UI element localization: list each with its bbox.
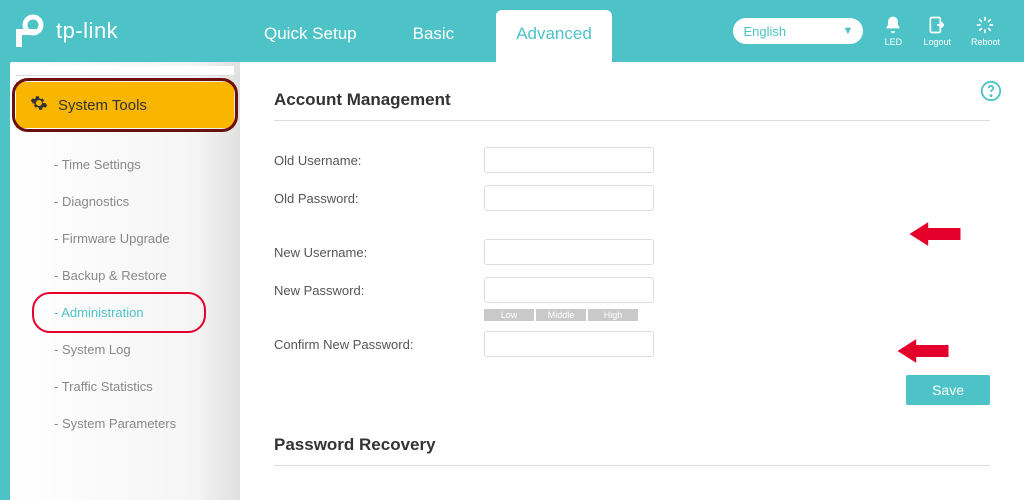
chevron-down-icon: ▼	[843, 25, 854, 37]
label-old-username: Old Username:	[274, 153, 484, 168]
help-button[interactable]	[980, 80, 1002, 105]
label-old-password: Old Password:	[274, 191, 484, 206]
save-button[interactable]: Save	[906, 375, 990, 405]
strength-low: Low	[484, 309, 534, 321]
brand-icon	[12, 13, 48, 49]
sidebar-item-label: System Log	[62, 342, 131, 357]
logout-button[interactable]: Logout	[923, 15, 951, 47]
logout-label: Logout	[923, 37, 951, 47]
sidebar-item-administration[interactable]: - Administration	[54, 294, 234, 331]
sidebar-item-label: Firmware Upgrade	[62, 231, 170, 246]
row-old-username: Old Username:	[274, 147, 990, 173]
sidebar-item-label: System Parameters	[62, 416, 176, 431]
input-confirm-password[interactable]	[484, 331, 654, 357]
sidebar-item-system-log[interactable]: - System Log	[54, 331, 234, 368]
row-old-password: Old Password:	[274, 185, 990, 211]
language-value: English	[743, 24, 786, 39]
input-new-password[interactable]	[484, 277, 654, 303]
sidebar-item-traffic-statistics[interactable]: - Traffic Statistics	[54, 368, 234, 405]
sidebar-header-system-tools[interactable]: System Tools	[16, 82, 234, 128]
brand-text: tp-link	[56, 18, 118, 44]
input-old-username[interactable]	[484, 147, 654, 173]
sidebar-item-backup-restore[interactable]: - Backup & Restore	[54, 257, 234, 294]
sidebar-group-label: System Tools	[58, 97, 147, 114]
sidebar: System Tools - Time Settings - Diagnosti…	[10, 62, 240, 500]
bell-icon	[883, 15, 903, 35]
sidebar-item-label: Diagnostics	[62, 194, 129, 209]
logo: tp-link	[0, 13, 230, 49]
save-row: Save	[274, 375, 990, 405]
row-new-username: New Username:	[274, 239, 990, 265]
strength-mid: Middle	[536, 309, 586, 321]
sidebar-sublist: - Time Settings - Diagnostics - Firmware…	[16, 146, 234, 442]
topbar: tp-link Quick Setup Basic Advanced Engli…	[0, 0, 1024, 62]
sidebar-item-label: Backup & Restore	[62, 268, 167, 283]
led-label: LED	[885, 37, 903, 47]
language-select[interactable]: English ▼	[733, 18, 863, 44]
section-title-account: Account Management	[274, 90, 990, 121]
sidebar-item-label: Administration	[61, 305, 143, 320]
reboot-button[interactable]: Reboot	[971, 15, 1000, 47]
reboot-icon	[975, 15, 995, 35]
sidebar-item-system-parameters[interactable]: - System Parameters	[54, 405, 234, 442]
row-new-password: New Password:	[274, 277, 990, 303]
input-new-username[interactable]	[484, 239, 654, 265]
sidebar-item-label: Traffic Statistics	[62, 379, 153, 394]
tab-quick-setup[interactable]: Quick Setup	[250, 24, 371, 62]
password-strength: Low Middle High	[484, 309, 990, 321]
logout-icon	[927, 15, 947, 35]
row-confirm-password: Confirm New Password:	[274, 331, 990, 357]
section-title-recovery: Password Recovery	[274, 435, 990, 466]
top-right: English ▼ LED Logout Reboot	[733, 15, 1000, 47]
help-icon	[980, 80, 1002, 102]
strength-high: High	[588, 309, 638, 321]
tab-advanced[interactable]: Advanced	[496, 10, 612, 62]
sidebar-item-time-settings[interactable]: - Time Settings	[54, 146, 234, 183]
label-confirm-password: Confirm New Password:	[274, 337, 484, 352]
tab-basic[interactable]: Basic	[399, 24, 469, 62]
led-button[interactable]: LED	[883, 15, 903, 47]
sidebar-sep	[16, 66, 234, 76]
sidebar-item-diagnostics[interactable]: - Diagnostics	[54, 183, 234, 220]
main-panel: Account Management Old Username: Old Pas…	[240, 62, 1024, 500]
label-new-username: New Username:	[274, 245, 484, 260]
gear-icon	[30, 94, 48, 116]
sidebar-item-firmware-upgrade[interactable]: - Firmware Upgrade	[54, 220, 234, 257]
input-old-password[interactable]	[484, 185, 654, 211]
sidebar-item-label: Time Settings	[62, 157, 141, 172]
content: System Tools - Time Settings - Diagnosti…	[0, 62, 1024, 500]
label-new-password: New Password:	[274, 283, 484, 298]
nav-tabs: Quick Setup Basic Advanced	[250, 0, 612, 62]
reboot-label: Reboot	[971, 37, 1000, 47]
